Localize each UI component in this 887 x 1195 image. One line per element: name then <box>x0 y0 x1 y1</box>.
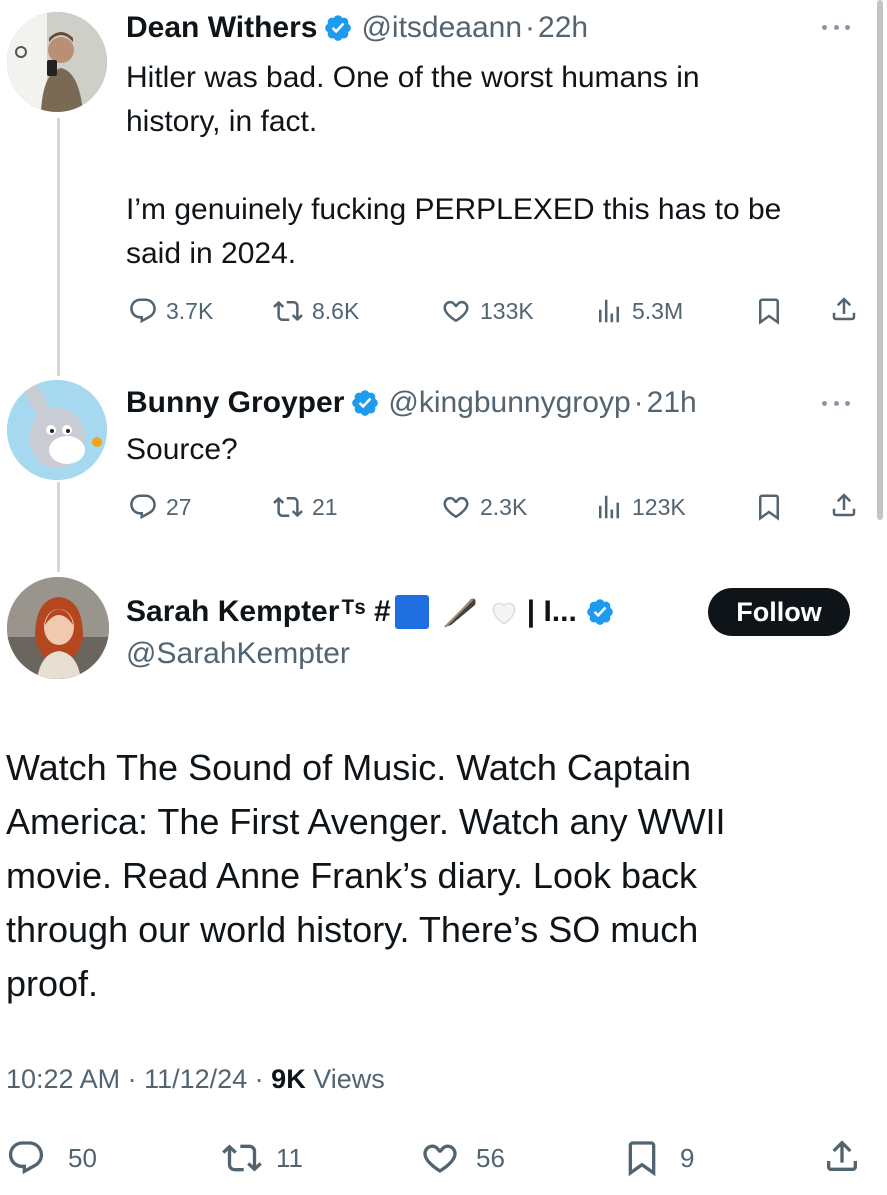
reply-button[interactable]: 3.7K <box>128 296 213 326</box>
tweet-header: Bunny Groyper @kingbunnygroyp · 21h <box>126 381 697 425</box>
name-suffix: ᵀˢ # <box>341 595 391 628</box>
reply-button[interactable]: 27 <box>128 492 192 522</box>
repost-count: 11 <box>276 1142 303 1173</box>
reply-count: 3.7K <box>166 297 214 324</box>
repost-button[interactable]: 11 <box>222 1138 303 1178</box>
thread-line <box>57 482 60 572</box>
bookmark-icon <box>754 492 784 522</box>
display-name[interactable]: Dean Withers <box>126 11 317 45</box>
separator-dot: · <box>525 11 536 44</box>
views-count: 9K <box>271 1064 306 1094</box>
repost-icon <box>222 1138 262 1178</box>
avatar[interactable] <box>7 380 107 480</box>
like-button[interactable]: 2.3K <box>440 492 527 522</box>
timestamp[interactable]: 22h <box>538 11 588 45</box>
reply-icon <box>128 296 158 326</box>
repost-count: 8.6K <box>312 297 360 324</box>
timestamp[interactable]: 21h <box>647 386 697 420</box>
repost-count: 21 <box>312 493 338 520</box>
like-icon <box>440 492 472 522</box>
views-label: Views <box>305 1064 385 1094</box>
reply-count: 50 <box>68 1142 97 1173</box>
bookmark-icon <box>754 296 784 326</box>
reply-count: 27 <box>166 493 192 520</box>
reply-button[interactable]: 50 <box>6 1138 97 1178</box>
scrollbar[interactable] <box>877 0 883 520</box>
handle[interactable]: @itsdeaann <box>361 11 522 45</box>
display-name[interactable]: Bunny Groyper <box>126 386 344 420</box>
like-count: 56 <box>476 1142 505 1173</box>
share-icon <box>822 1136 862 1176</box>
verified-icon <box>585 597 615 627</box>
post-timestamp[interactable]: 10:22 AM · 11/12/24 · <box>6 1064 271 1094</box>
white-heart-emoji <box>492 602 516 625</box>
verified-icon <box>350 388 380 418</box>
share-button[interactable] <box>829 294 859 324</box>
like-icon <box>440 296 472 326</box>
repost-icon <box>272 492 304 522</box>
tweet-text: Source? <box>126 433 238 466</box>
bookmark-button[interactable] <box>754 492 784 522</box>
handle[interactable]: @kingbunnygroyp <box>388 386 630 420</box>
verified-icon <box>323 13 353 43</box>
share-icon <box>829 294 859 324</box>
views-count: 123K <box>632 493 686 520</box>
thread-line <box>57 118 60 376</box>
bookmark-button[interactable] <box>754 296 784 326</box>
blue-square-emoji <box>394 595 429 629</box>
avatar[interactable] <box>7 577 109 679</box>
bookmark-count: 9 <box>680 1142 695 1173</box>
like-button[interactable]: 56 <box>420 1138 505 1178</box>
repost-button[interactable]: 21 <box>272 492 338 522</box>
separator-dot: · <box>633 386 644 419</box>
display-name[interactable]: Sarah Kempter <box>126 595 339 629</box>
views-icon <box>594 296 624 326</box>
feather-emoji <box>444 598 476 628</box>
share-button[interactable] <box>829 490 859 520</box>
tweet-header: Dean Withers @itsdeaann · 22h <box>126 6 588 50</box>
like-count: 2.3K <box>480 493 528 520</box>
handle[interactable]: @SarahKempter <box>126 637 350 671</box>
like-icon <box>420 1138 460 1178</box>
reply-icon <box>6 1138 46 1178</box>
follow-button[interactable]: Follow <box>708 588 850 636</box>
more-icon[interactable] <box>822 22 850 32</box>
name-trail: | I... <box>526 595 577 628</box>
views-count: 5.3M <box>632 297 684 324</box>
tweet-text: Hitler was bad. One of the worst humans … <box>126 61 782 270</box>
more-icon[interactable] <box>822 398 850 408</box>
tweet-text: Watch The Sound of Music. Watch Captain … <box>6 747 726 1004</box>
views-button[interactable]: 123K <box>594 492 686 522</box>
like-count: 133K <box>480 297 534 324</box>
share-icon <box>829 490 859 520</box>
repost-icon <box>272 296 304 326</box>
views-icon <box>594 492 624 522</box>
reply-icon <box>128 492 158 522</box>
views-button[interactable]: 5.3M <box>594 296 683 326</box>
tweet-meta: 10:22 AM · 11/12/24 · 9K Views <box>6 1064 385 1095</box>
avatar[interactable] <box>7 12 107 112</box>
bookmark-button[interactable]: 9 <box>622 1138 694 1178</box>
author-name-row: Sarah Kempter ᵀˢ # | I... <box>126 590 615 634</box>
repost-button[interactable]: 8.6K <box>272 296 359 326</box>
share-button[interactable] <box>822 1136 862 1176</box>
like-button[interactable]: 133K <box>440 296 534 326</box>
bookmark-icon <box>622 1138 662 1178</box>
